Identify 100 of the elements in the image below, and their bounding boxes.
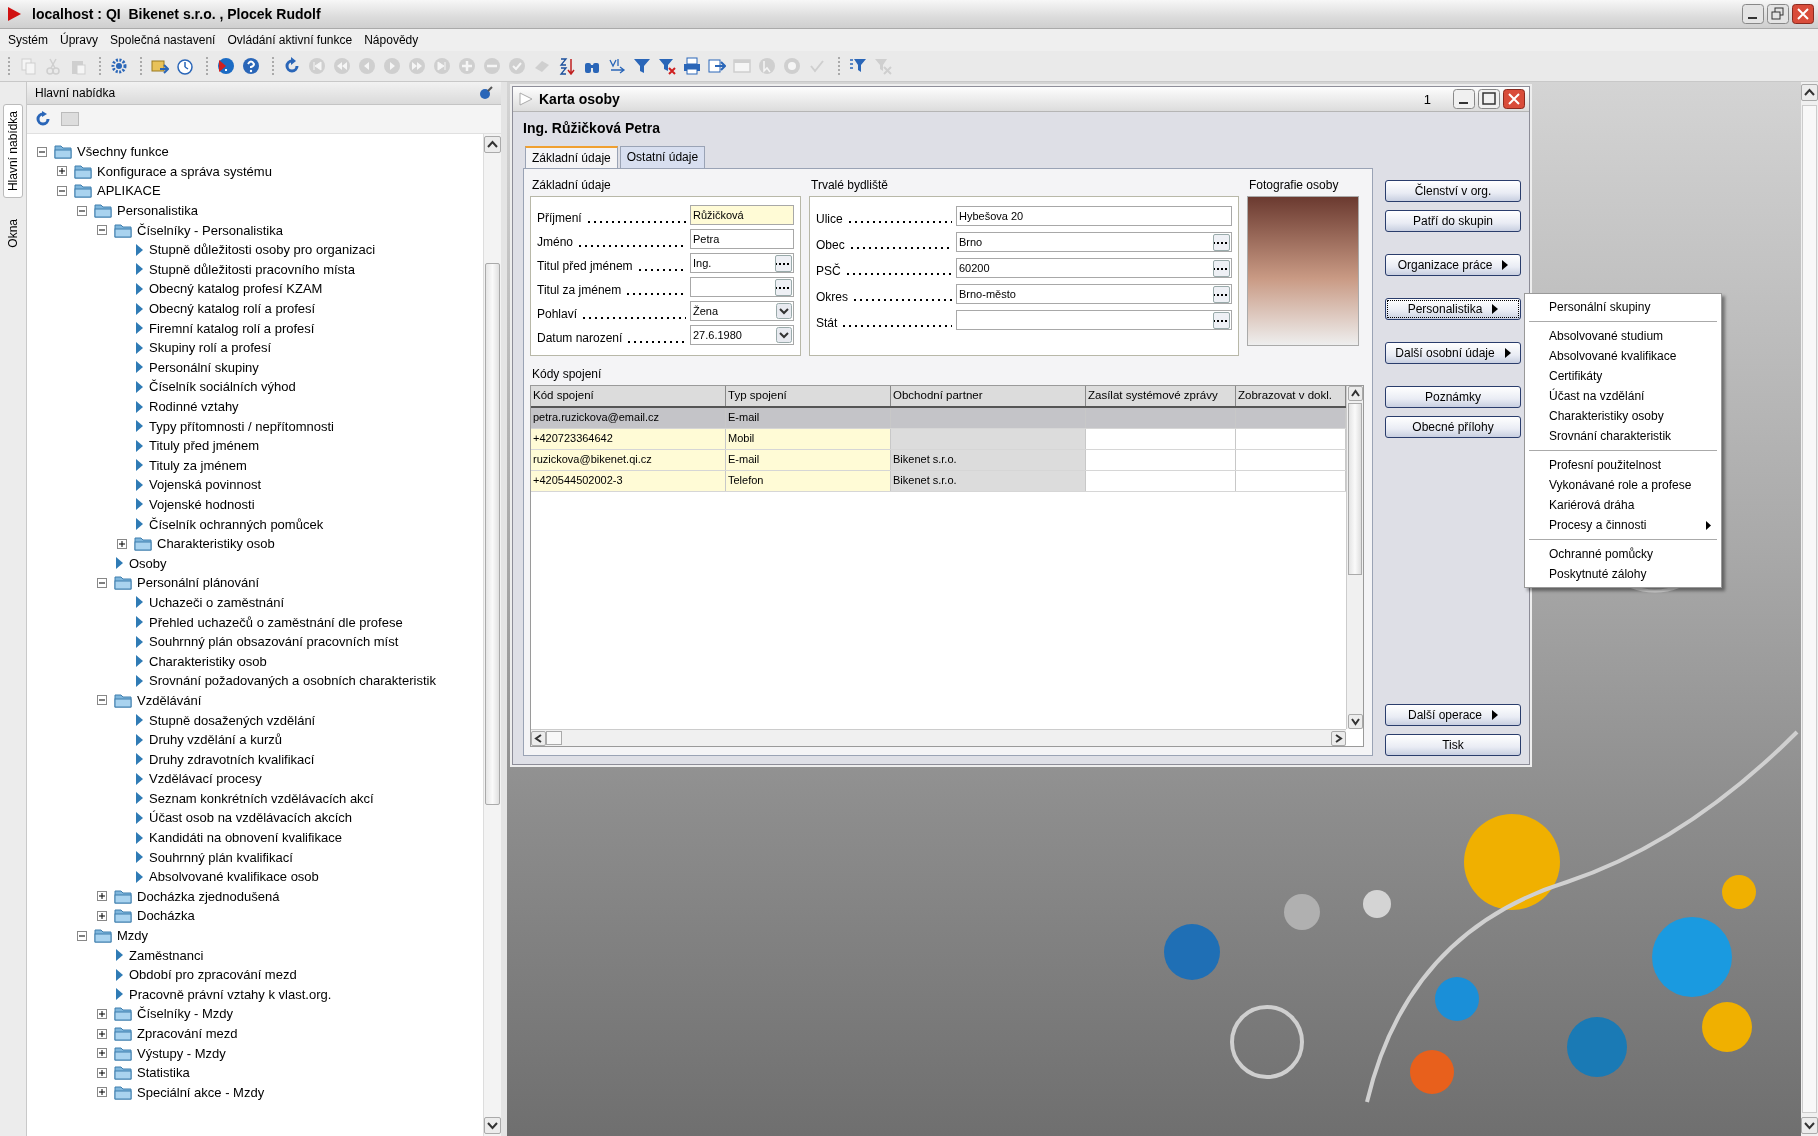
table-row[interactable]: petra.ruzickova@email.cz E-mail [531,408,1346,429]
tree-item[interactable]: Seznam konkrétních vzdělávacích akcí [149,790,374,806]
tree-item[interactable]: Číselník sociálních výhod [149,379,296,395]
action-button[interactable]: Personalistika [1385,298,1521,320]
tree-item[interactable]: Období pro zpracování mezd [129,967,297,983]
tree-item[interactable]: Pracovně právní vztahy k vlast.org. [129,986,332,1002]
plus-box-icon[interactable] [97,1067,107,1078]
tree-item[interactable]: Personalistika [117,203,198,219]
tree-item[interactable]: Tituly za jménem [149,457,247,473]
tree-item[interactable]: Výstupy - Mzdy [137,1045,226,1061]
minimize-button[interactable] [1742,4,1764,24]
tree-item[interactable]: Charakteristiky osob [157,536,275,552]
menu-item[interactable]: Srovnání charakteristik [1525,426,1721,446]
tree-item[interactable]: Obecný katalog profesí KZAM [149,281,323,297]
tree-item[interactable]: Číselníky - Mzdy [137,1006,234,1022]
minus-box-icon[interactable] [97,225,107,236]
tree-item[interactable]: Typy přítomnosti / nepřítomnosti [149,418,334,434]
action-button[interactable]: Patří do skupin [1385,210,1521,232]
input-field[interactable]: Ing. [690,253,794,273]
side-tab[interactable]: Hlavní nabídka [3,104,23,199]
tree-item[interactable]: Obecný katalog rolí a profesí [149,301,316,317]
tree-item[interactable]: Statistika [137,1065,190,1081]
tree-item[interactable]: Docházka zjednodušená [137,888,280,904]
tree-item[interactable]: Skupiny rolí a profesí [149,340,272,356]
action-button[interactable]: Obecné přílohy [1385,416,1521,438]
action-button[interactable]: Poznámky [1385,386,1521,408]
input-field[interactable]: Brno [956,232,1232,252]
menu-item[interactable]: Úpravy [60,33,99,47]
input-field[interactable]: Brno-město [956,284,1232,304]
input-field[interactable] [690,277,794,297]
tree-item[interactable]: Zaměstnanci [129,947,204,963]
close-button[interactable] [1792,4,1814,24]
spellcheck-icon[interactable] [608,57,626,75]
tree-item[interactable]: Rodinné vztahy [149,399,239,414]
filter-remove-icon[interactable] [658,57,676,75]
action-button[interactable]: Tisk [1385,734,1521,756]
menu-item[interactable]: Poskytnuté zálohy [1525,564,1721,584]
tab[interactable]: Ostatní údaje [619,146,706,168]
tree-item[interactable]: Firemní katalog rolí a profesí [149,320,315,336]
plus-box-icon[interactable] [97,910,107,921]
ellipsis-button[interactable] [1213,233,1230,251]
pin-icon[interactable] [479,86,493,100]
tree-item[interactable]: Druhy vzdělání a kurzů [149,732,282,748]
refresh-icon[interactable] [35,111,51,127]
menu-item[interactable]: Účast na vzdělání [1525,386,1721,406]
minimize-button[interactable] [1453,89,1475,109]
timer-icon[interactable] [176,57,194,75]
tree-item[interactable]: Tituly před jménem [149,438,260,454]
sort-icon[interactable] [558,57,576,75]
tree-item[interactable]: Speciální akce - Mzdy [137,1084,265,1100]
tree-item[interactable]: Všechny funkce [77,144,169,160]
ellipsis-button[interactable] [775,278,792,296]
input-field[interactable]: Hybešova 20 [956,206,1232,226]
filter-list-icon[interactable] [849,57,867,75]
tree-item[interactable]: Vzdělávací procesy [149,771,262,787]
minus-box-icon[interactable] [97,695,107,706]
plus-box-icon[interactable] [97,1028,107,1039]
tree-item[interactable]: Číselníky - Personalistika [137,222,283,238]
column-header[interactable]: Kód spojení [531,386,726,406]
tree-item[interactable]: Kandidáti na obnovení kvalifikace [149,830,342,846]
menu-item[interactable]: Absolvované kvalifikace [1525,346,1721,366]
action-button[interactable]: Členství v org. [1385,180,1521,202]
help-icon[interactable] [242,57,260,75]
input-field[interactable] [956,310,1232,330]
ellipsis-button[interactable] [1213,311,1230,329]
tree-item[interactable]: APLIKACE [97,183,161,199]
minus-box-icon[interactable] [77,205,87,216]
import-icon[interactable] [151,57,169,75]
menu-item[interactable]: Společná nastavení [110,33,216,47]
menu-item[interactable]: Personální skupiny [1525,297,1721,317]
menu-item[interactable]: Vykonávané role a profese [1525,475,1721,495]
tree-item[interactable]: Číselník ochranných pomůcek [149,516,324,532]
table-row[interactable]: ruzickova@bikenet.qi.cz E-mail Bikenet s.r.o. [531,450,1346,471]
minus-box-icon[interactable] [37,146,47,157]
tree-item[interactable]: Vojenské hodnosti [149,497,255,512]
action-button[interactable]: Další operace [1385,704,1521,726]
tree-item[interactable]: Druhy zdravotních kvalifikací [149,751,315,767]
tree-item[interactable]: Mzdy [117,928,149,944]
menu-item[interactable]: Kariérová dráha [1525,495,1721,515]
tree-item[interactable]: Přehled uchazečů o zaměstnání dle profese [149,614,403,630]
plus-box-icon[interactable] [117,538,127,549]
action-button[interactable]: Organizace práce [1385,254,1521,276]
menu-item[interactable]: Ochranné pomůcky [1525,544,1721,564]
export-icon[interactable] [708,57,726,75]
dropdown-field[interactable]: 27.6.1980 [690,325,794,345]
menu-item[interactable]: Procesy a činnosti [1525,515,1721,535]
side-tab[interactable]: Okna [3,212,23,255]
tree-item[interactable]: Souhrnný plán kvalifikací [149,849,293,865]
plus-box-icon[interactable] [57,166,67,177]
tree-item[interactable]: Srovnání požadovaných a osobních charakteristik [149,673,436,689]
table-row[interactable]: +420723364642 Mobil [531,429,1346,450]
plus-box-icon[interactable] [97,891,107,902]
minus-box-icon[interactable] [77,930,87,941]
print-icon[interactable] [683,57,701,75]
input-field[interactable]: 60200 [956,258,1232,278]
refresh-icon[interactable] [283,57,301,75]
tree-item[interactable]: Personální skupiny [149,359,259,375]
close-button[interactable] [1503,89,1525,109]
minus-box-icon[interactable] [57,186,67,196]
minus-box-icon[interactable] [97,577,107,588]
